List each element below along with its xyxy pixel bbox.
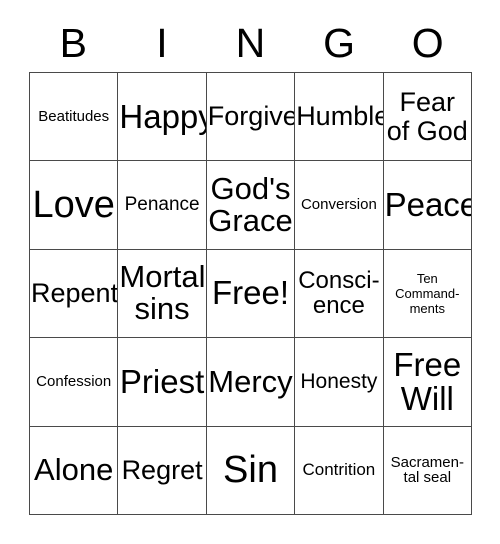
bingo-cell-label: Mercy xyxy=(208,363,293,399)
bingo-cell[interactable]: Forgive xyxy=(206,73,296,162)
bingo-cell[interactable]: Consci- ence xyxy=(295,249,384,339)
bingo-cell[interactable]: Priest xyxy=(118,338,207,427)
bingo-cell[interactable]: Sacramen- tal seal xyxy=(383,426,472,515)
bingo-cell[interactable]: Ten Command- ments xyxy=(383,249,472,339)
bingo-cell-label: Confession xyxy=(36,373,112,391)
bingo-cell-label: Fear of God xyxy=(386,87,468,146)
bingo-cell-free-space[interactable]: Free! xyxy=(206,249,296,339)
bingo-cell-label: Contrition xyxy=(302,460,376,480)
bingo-cell[interactable]: Mortal sins xyxy=(118,249,207,339)
bingo-header-row: B I N G O xyxy=(29,14,472,72)
bingo-cell-label: Mortal sins xyxy=(119,259,206,327)
header-letter-b: B xyxy=(59,19,87,66)
bingo-cell-label: Consci- ence xyxy=(298,266,380,320)
bingo-cell[interactable]: Contrition xyxy=(295,426,384,515)
bingo-cell-label: Free! xyxy=(211,274,289,312)
bingo-cell-label: Alone xyxy=(34,452,114,488)
bingo-cell[interactable]: Fear of God xyxy=(383,73,472,162)
header-letter-g: G xyxy=(323,19,356,66)
bingo-cell-label: Sin xyxy=(223,448,278,491)
bingo-cell[interactable]: Honesty xyxy=(295,338,384,427)
bingo-cell[interactable]: Alone xyxy=(30,426,119,515)
bingo-cell-label: Peace xyxy=(384,185,472,223)
bingo-cell[interactable]: God's Grace xyxy=(206,161,296,250)
bingo-cell-label: Honesty xyxy=(300,369,378,393)
bingo-cell[interactable]: Love xyxy=(30,161,119,250)
header-letter-o: O xyxy=(411,19,444,66)
bingo-grid: Beatitudes Happy Forgive Humble Fear of … xyxy=(29,72,472,515)
bingo-cell-label: Love xyxy=(32,183,115,226)
bingo-cell-label: Conversion xyxy=(300,196,377,214)
bingo-cell-label: Ten Command- ments xyxy=(395,270,460,317)
bingo-cell-label: Forgive xyxy=(207,101,296,132)
bingo-cell-label: Regret xyxy=(121,454,203,485)
bingo-cell[interactable]: Beatitudes xyxy=(30,73,119,162)
bingo-cell[interactable]: Conversion xyxy=(295,161,384,250)
bingo-cell-label: Beatitudes xyxy=(38,107,110,125)
bingo-cell-label: Humble xyxy=(296,101,384,132)
bingo-cell[interactable]: Mercy xyxy=(206,338,296,427)
bingo-cell[interactable]: Peace xyxy=(383,161,472,250)
bingo-cell-label: Sacramen- tal seal xyxy=(390,453,464,487)
bingo-cell[interactable]: Free Will xyxy=(383,338,472,427)
bingo-cell[interactable]: Sin xyxy=(206,426,296,515)
bingo-cell-label: Penance xyxy=(124,194,200,216)
bingo-cell-label: Free Will xyxy=(393,345,462,417)
bingo-cell[interactable]: Penance xyxy=(118,161,207,250)
bingo-cell-label: God's Grace xyxy=(208,170,293,239)
bingo-cell-label: Happy xyxy=(119,97,207,135)
header-letter-n: N xyxy=(235,19,266,66)
bingo-cell[interactable]: Happy xyxy=(118,73,207,162)
bingo-cell[interactable]: Confession xyxy=(30,338,119,427)
header-letter-i: I xyxy=(156,19,168,66)
bingo-cell[interactable]: Repent xyxy=(30,249,119,339)
bingo-cell-label: Priest xyxy=(119,362,205,400)
bingo-cell[interactable]: Humble xyxy=(295,73,384,162)
bingo-cell-label: Repent xyxy=(31,278,119,309)
bingo-cell[interactable]: Regret xyxy=(118,426,207,515)
bingo-card: B I N G O Beatitudes Happy Forgive Humbl… xyxy=(0,0,500,544)
